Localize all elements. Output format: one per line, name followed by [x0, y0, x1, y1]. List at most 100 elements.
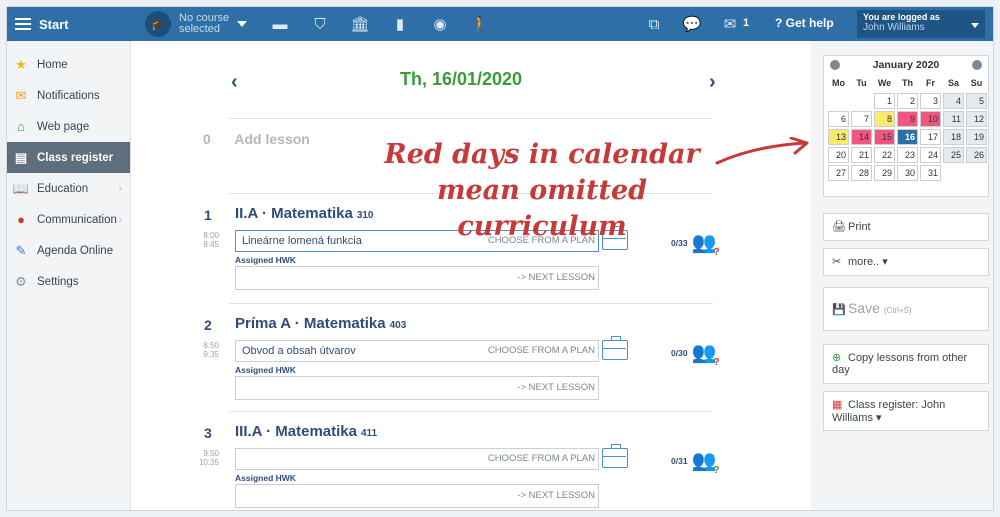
calendar-day[interactable]: 2 [897, 93, 918, 109]
calendar-day[interactable]: 19 [966, 129, 987, 145]
calendar-day[interactable]: 30 [897, 165, 918, 181]
more-button[interactable]: ✂ more.. ▾ [823, 248, 989, 276]
calendar-day[interactable]: 22 [874, 147, 895, 163]
calendar-day[interactable]: 25 [943, 147, 964, 163]
choose-from-plan-link[interactable]: CHOOSE FROM A PLAN [488, 453, 595, 464]
calendar-day[interactable]: 13 [828, 129, 849, 145]
previous-day-button[interactable]: ‹ [231, 71, 238, 94]
sidebar-item-label: Settings [37, 275, 79, 288]
compass-icon[interactable]: ◉ [431, 15, 449, 33]
calendar-prev-button[interactable] [830, 60, 840, 70]
calendar-day[interactable]: 17 [920, 129, 941, 145]
briefcase-icon[interactable] [602, 226, 628, 250]
sidebar: ★ Home ✉ Notifications ⌂ Web page ▤ Clas… [7, 41, 131, 510]
calendar-day[interactable]: 18 [943, 129, 964, 145]
calendar-day[interactable]: 5 [966, 93, 987, 109]
copy-lessons-button[interactable]: ⊕ Copy lessons from other day [823, 344, 989, 384]
sidebar-item-class-register[interactable]: ▤ Class register [7, 142, 130, 173]
lesson-topic-input[interactable]: Lineárne lomená funkcia CHOOSE FROM A PL… [235, 230, 599, 252]
calendar-day[interactable]: 29 [874, 165, 895, 181]
class-register-owner-button[interactable]: ▦ Class register: John Williams ▾ [823, 391, 989, 431]
next-lesson-link[interactable]: -> NEXT LESSON [517, 272, 595, 283]
calendar-day[interactable]: 12 [966, 111, 987, 127]
attendance-button[interactable]: 0/30 👥? [671, 340, 719, 368]
next-day-button[interactable]: › [709, 71, 716, 94]
sidebar-item-communication[interactable]: ● Communication › [7, 204, 130, 235]
assigned-hwk-label: Assigned HWK [235, 255, 296, 265]
topic-text: Obvod a obsah útvarov [242, 345, 356, 357]
start-menu-button[interactable]: Start [7, 7, 131, 41]
lesson-row: 3 9:50 10:35 III.A · Matematika 411 CHOOSE… [131, 411, 811, 510]
calendar-day[interactable]: 15 [874, 129, 895, 145]
calendar-day[interactable]: 26 [966, 147, 987, 163]
print-button[interactable]: 🖨 Print [823, 213, 989, 241]
calendar-day[interactable]: 3 [920, 93, 941, 109]
lesson-start: 8:00 [203, 231, 219, 240]
calendar-day[interactable]: 21 [851, 147, 872, 163]
calendar-day[interactable]: 28 [851, 165, 872, 181]
calendar-day[interactable]: 8 [874, 111, 895, 127]
calendar-day[interactable]: 1 [874, 93, 895, 109]
next-lesson-link[interactable]: -> NEXT LESSON [517, 382, 595, 393]
people-walking-icon[interactable]: 🚶 [471, 15, 490, 33]
copy-lessons-label: Copy lessons from other day [832, 352, 968, 376]
sidebar-item-education[interactable]: 📖 Education › [7, 173, 130, 204]
course-selector[interactable]: 🎓 No course selected [145, 10, 248, 38]
sidebar-item-label: Communication [37, 213, 117, 226]
next-lesson-link[interactable]: -> NEXT LESSON [517, 490, 595, 501]
lesson-row: 1 8:00 8:45 II.A · Matematika 310 Lineárne… [131, 193, 811, 303]
homework-input[interactable]: -> NEXT LESSON [235, 484, 599, 508]
bar-chart-icon[interactable]: ▮ [391, 15, 409, 33]
get-help-button[interactable]: ? Get help [775, 16, 834, 30]
calendar-day[interactable]: 23 [897, 147, 918, 163]
calendar-weekdays: Mo Tu We Th Fr Sa Su [827, 76, 989, 90]
calendar-day[interactable]: 7 [851, 111, 872, 127]
topic-text: Lineárne lomená funkcia [242, 235, 362, 247]
attendance-mark: ? [713, 465, 720, 476]
calendar-day[interactable]: 14 [851, 129, 872, 145]
chat-icon[interactable]: 💬 [683, 15, 702, 33]
homework-input[interactable]: -> NEXT LESSON [235, 266, 599, 290]
calendar-day[interactable]: 4 [943, 93, 964, 109]
lesson-title: II.A · Matematika 310 [235, 205, 374, 222]
choose-from-plan-link[interactable]: CHOOSE FROM A PLAN [488, 345, 595, 356]
sidebar-item-settings[interactable]: ⚙ Settings [7, 266, 130, 297]
divider [229, 118, 713, 119]
sidebar-item-web-page[interactable]: ⌂ Web page [7, 111, 130, 142]
calendar-day[interactable]: 6 [828, 111, 849, 127]
lesson-topic-input[interactable]: Obvod a obsah útvarov CHOOSE FROM A PLAN [235, 340, 599, 362]
attendance-button[interactable]: 0/33 👥? [671, 230, 719, 258]
homework-input[interactable]: -> NEXT LESSON [235, 376, 599, 400]
briefcase-icon[interactable] [602, 444, 628, 468]
sidebar-item-home[interactable]: ★ Home [7, 49, 130, 80]
calendar-empty-cell [851, 93, 872, 109]
sidebar-item-agenda-online[interactable]: ✎ Agenda Online [7, 235, 130, 266]
envelope-icon: ✉ [15, 87, 27, 103]
calendar-day[interactable]: 11 [943, 111, 964, 127]
help-label: Get help [785, 16, 834, 30]
add-lesson-button[interactable]: 0 Add lesson [203, 131, 310, 147]
user-account-menu[interactable]: You are logged as John Williams [857, 10, 985, 38]
calendar-weekday: Fr [926, 78, 935, 88]
calendar-day[interactable]: 31 [920, 165, 941, 181]
calendar-day[interactable]: 24 [920, 147, 941, 163]
building-icon[interactable]: 🏛 [350, 15, 369, 33]
choose-from-plan-link[interactable]: CHOOSE FROM A PLAN [488, 235, 595, 246]
calendar-day[interactable]: 16 [897, 129, 918, 145]
calendar-day[interactable]: 20 [828, 147, 849, 163]
briefcase-icon[interactable] [602, 336, 628, 360]
mail-icon[interactable]: ✉ [721, 15, 739, 33]
screen-cast-icon[interactable]: ⧉ [645, 15, 663, 33]
lesson-time: 9:50 10:35 [197, 449, 219, 467]
attendance-button[interactable]: 0/31 👥? [671, 448, 720, 476]
calendar-day[interactable]: 9 [897, 111, 918, 127]
lesson-end: 10:35 [198, 458, 219, 467]
calendar-next-button[interactable] [972, 60, 982, 70]
calendar-day[interactable]: 27 [828, 165, 849, 181]
shield-icon[interactable]: ⛉ [311, 15, 329, 33]
lesson-topic-input[interactable]: CHOOSE FROM A PLAN [235, 448, 599, 470]
sidebar-item-notifications[interactable]: ✉ Notifications [7, 80, 130, 111]
calendar-day[interactable]: 10 [920, 111, 941, 127]
save-button[interactable]: 💾 Save (Ctrl+S) [823, 287, 989, 331]
briefcase-icon[interactable]: ▬ [271, 15, 289, 33]
